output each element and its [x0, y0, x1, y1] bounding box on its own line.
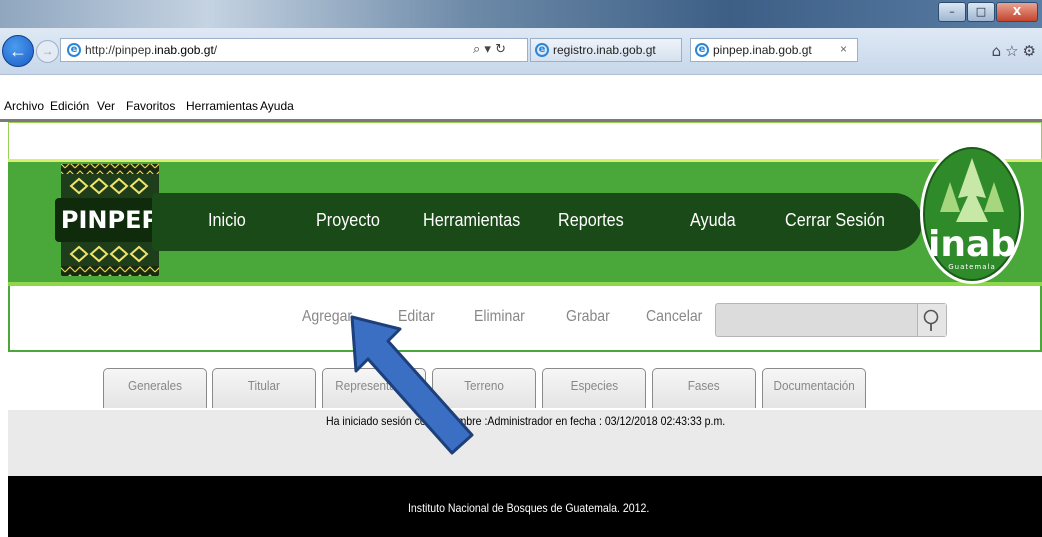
browser-tab-registro[interactable]: e registro.inab.gob.gt [530, 38, 682, 62]
page-top-strip [8, 122, 1042, 160]
address-url[interactable]: http://pinpep.inab.gob.gt/ [85, 43, 217, 57]
cancelar-button[interactable]: Cancelar [646, 308, 702, 326]
search-button[interactable] [917, 304, 946, 336]
back-button[interactable]: ← [2, 35, 34, 67]
tab-fases[interactable]: Fases [652, 368, 756, 408]
browser-navbar: ← → e http://pinpep.inab.gob.gt/ ⌕ ▾ ↻ e… [0, 28, 1042, 75]
inab-logo-subtext: Guatemala [948, 263, 996, 271]
menu-archivo[interactable]: Archivo [4, 99, 44, 113]
tab-especies[interactable]: Especies [542, 368, 646, 408]
ie-tab-icon: e [695, 43, 709, 57]
inab-logo: inab Guatemala [920, 144, 1024, 284]
back-arrow-icon: ← [9, 41, 27, 61]
browser-toolbar-icons[interactable]: ⌂☆⚙ [992, 42, 1040, 60]
nav-inicio[interactable]: Inicio [208, 210, 246, 231]
close-window-button[interactable]: X [996, 2, 1038, 22]
window-titlebar: – □ X [0, 0, 1042, 28]
close-tab-icon[interactable]: × [840, 42, 847, 56]
address-bar[interactable]: e http://pinpep.inab.gob.gt/ ⌕ ▾ ↻ [60, 38, 528, 62]
maximize-button[interactable]: □ [967, 2, 995, 22]
address-controls[interactable]: ⌕ ▾ ↻ [473, 42, 506, 57]
menu-ayuda[interactable]: Ayuda [260, 99, 294, 113]
menu-edicion[interactable]: Edición [50, 99, 89, 113]
menu-favoritos[interactable]: Favoritos [126, 99, 175, 113]
menu-herramientas[interactable]: Herramientas [186, 99, 258, 113]
tab-documentacion[interactable]: Documentación [762, 368, 866, 408]
browser-tab-label: pinpep.inab.gob.gt [713, 43, 812, 57]
nav-herramientas[interactable]: Herramientas [423, 210, 520, 231]
minimize-button[interactable]: – [938, 2, 966, 22]
nav-reportes[interactable]: Reportes [558, 210, 624, 231]
tab-titular[interactable]: Titular [212, 368, 316, 408]
grabar-button[interactable]: Grabar [566, 308, 610, 326]
ie-page-icon: e [67, 43, 81, 57]
search-input[interactable] [715, 303, 947, 337]
menu-ver[interactable]: Ver [97, 99, 115, 113]
inab-logo-text: inab [928, 224, 1016, 265]
forward-arrow-icon: → [41, 44, 54, 58]
footer-text: Instituto Nacional de Bosques de Guatema… [408, 501, 650, 515]
forward-button[interactable]: → [36, 40, 59, 63]
nav-ayuda[interactable]: Ayuda [690, 210, 736, 231]
pinpep-logo-text: PINPEP [61, 206, 159, 234]
pinpep-logo: PINPEP [55, 164, 165, 276]
eliminar-button[interactable]: Eliminar [474, 308, 525, 326]
ie-tab-icon: e [535, 43, 549, 57]
browser-tab-label: registro.inab.gob.gt [553, 43, 656, 57]
nav-cerrar-sesion[interactable]: Cerrar Sesión [785, 210, 885, 231]
search-icon [923, 309, 939, 331]
browser-menubar: Archivo Edición Ver Favoritos Herramient… [0, 95, 1042, 119]
window-controls: – □ X [937, 2, 1038, 22]
annotation-arrow-icon [350, 315, 474, 455]
browser-tab-pinpep[interactable]: e pinpep.inab.gob.gt × [690, 38, 858, 62]
tab-generales[interactable]: Generales [103, 368, 207, 408]
nav-proyecto[interactable]: Proyecto [316, 210, 380, 231]
